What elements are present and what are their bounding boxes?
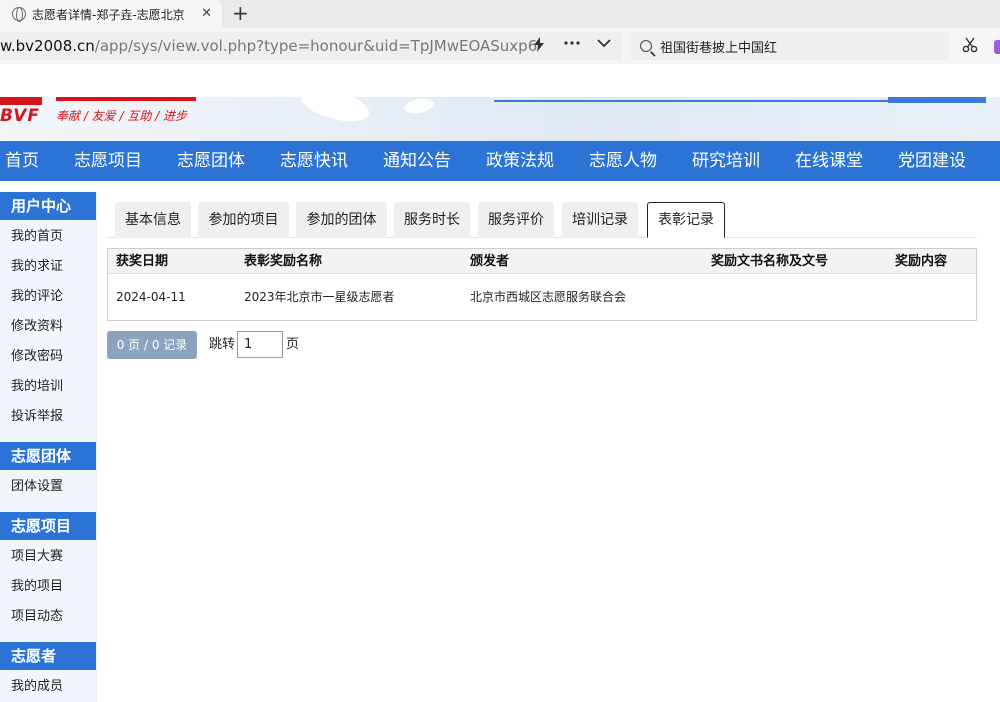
nav-item-notices[interactable]: 通知公告: [383, 141, 451, 181]
sidebar-item-my-projects[interactable]: 我的项目: [0, 572, 96, 602]
sidebar-header-volunteers: 志愿者: [0, 642, 96, 670]
tab-joined-projects[interactable]: 参加的项目: [198, 202, 289, 238]
scissors-icon[interactable]: [962, 37, 978, 57]
jump-label: 跳转: [209, 337, 236, 352]
sidebar-header-projects: 志愿项目: [0, 512, 96, 540]
main-nav: 首页 志愿项目 志愿团体 志愿快讯 通知公告 政策法规 志愿人物 研究培训 在线…: [0, 141, 1000, 181]
nav-item-policies[interactable]: 政策法规: [486, 141, 554, 181]
sidebar-item-my-training[interactable]: 我的培训: [0, 372, 96, 402]
nav-item-party[interactable]: 党团建设: [898, 141, 966, 181]
search-input[interactable]: 祖国街巷披上中国红: [631, 32, 949, 60]
nav-item-people[interactable]: 志愿人物: [589, 141, 657, 181]
address-bar[interactable]: w.bv2008.cn/app/sys/view.vol.php?type=ho…: [0, 32, 622, 60]
sidebar-item-group-settings[interactable]: 团体设置: [0, 472, 96, 502]
table-cell-award-date: 2024-04-11: [116, 290, 186, 304]
tab-joined-groups[interactable]: 参加的团体: [296, 202, 387, 238]
nav-item-groups[interactable]: 志愿团体: [177, 141, 245, 181]
sidebar-item-change-password[interactable]: 修改密码: [0, 342, 96, 372]
url-host: w.bv2008.cn: [0, 37, 95, 55]
sidebar: 用户中心 我的首页 我的求证 我的评论 修改资料 修改密码 我的培训 投诉举报 …: [0, 192, 96, 702]
column-header-issuer[interactable]: 颁发者: [470, 249, 509, 274]
page-label: 页: [286, 337, 300, 352]
page-jump-input[interactable]: [237, 331, 283, 358]
browser-toolbar: w.bv2008.cn/app/sys/view.vol.php?type=ho…: [0, 28, 1000, 64]
pager-summary: 0 页 / 0 记录: [107, 331, 197, 359]
browser-tab[interactable]: 志愿者详情-郑子垚-志愿北京 ✕: [0, 0, 222, 28]
globe-icon: [12, 7, 26, 22]
sidebar-item-my-comments[interactable]: 我的评论: [0, 282, 96, 312]
tab-basic-info[interactable]: 基本信息: [115, 202, 191, 238]
right-margin: [988, 192, 1000, 702]
tab-service-reviews[interactable]: 服务评价: [478, 202, 554, 238]
site-banner: BVF 奉献 / 友爱 / 互助 / 进步: [0, 97, 1000, 141]
nav-item-projects[interactable]: 志愿项目: [74, 141, 142, 181]
plus-icon[interactable]: +: [232, 1, 249, 25]
extension-icon[interactable]: [994, 40, 1000, 54]
table-cell-award-name: 2023年北京市一星级志愿者: [244, 290, 395, 304]
dove-image: [297, 97, 373, 128]
browser-tabstrip: 志愿者详情-郑子垚-志愿北京 ✕ +: [0, 0, 1000, 28]
column-header-award-content[interactable]: 奖励内容: [895, 249, 947, 274]
table-cell-issuer: 北京市西城区志愿服务联合会: [470, 290, 627, 304]
browser-tab-title: 志愿者详情-郑子垚-志愿北京: [32, 7, 185, 22]
logo-text: BVF: [0, 106, 41, 126]
nav-item-classroom[interactable]: 在线课堂: [795, 141, 863, 181]
lightning-icon[interactable]: [533, 37, 545, 56]
url-path: /app/sys/view.vol.php?type=honour&uid=Tp…: [94, 37, 538, 55]
sidebar-item-my-home[interactable]: 我的首页: [0, 222, 96, 252]
nav-item-home[interactable]: 首页: [5, 141, 39, 181]
sidebar-item-my-verify[interactable]: 我的求证: [0, 252, 96, 282]
honour-table: 获奖日期 表彰奖励名称 颁发者 奖励文书名称及文号 奖励内容 2024-04-1…: [107, 248, 977, 321]
more-icon[interactable]: [564, 36, 580, 54]
sidebar-item-complaints[interactable]: 投诉举报: [0, 402, 96, 432]
sidebar-header-user-center: 用户中心: [0, 192, 96, 220]
search-text: 祖国街巷披上中国红: [660, 40, 778, 56]
sidebar-item-edit-profile[interactable]: 修改资料: [0, 312, 96, 342]
search-icon: [640, 40, 652, 52]
column-header-award-name[interactable]: 表彰奖励名称: [244, 249, 322, 274]
logo-mark: [0, 97, 42, 105]
nav-item-news[interactable]: 志愿快讯: [280, 141, 348, 181]
sidebar-header-groups: 志愿团体: [0, 442, 96, 470]
table-header: [108, 249, 976, 274]
site-search-field[interactable]: [494, 97, 888, 102]
column-header-document[interactable]: 奖励文书名称及文号: [711, 249, 828, 274]
sidebar-item-project-updates[interactable]: 项目动态: [0, 602, 96, 632]
dove-image-small: [403, 97, 435, 116]
content-panel: 基本信息 参加的项目 参加的团体 服务时长 服务评价 培训记录 表彰记录 获奖日…: [96, 192, 988, 702]
close-icon[interactable]: ✕: [201, 6, 212, 21]
sidebar-item-project-contest[interactable]: 项目大赛: [0, 542, 96, 572]
logo-title-mark: [56, 97, 196, 101]
tab-honour-records[interactable]: 表彰记录: [647, 202, 725, 238]
tab-service-hours[interactable]: 服务时长: [394, 202, 470, 238]
tab-training-records[interactable]: 培训记录: [562, 202, 638, 238]
page-top-spacer: [0, 64, 1000, 97]
site-search-button[interactable]: [888, 97, 986, 103]
sidebar-item-my-members[interactable]: 我的成员: [0, 672, 96, 702]
nav-item-research[interactable]: 研究培训: [692, 141, 760, 181]
banner-slogan: 奉献 / 友爱 / 互助 / 进步: [56, 109, 188, 123]
chevron-down-icon[interactable]: [597, 37, 611, 53]
column-header-award-date[interactable]: 获奖日期: [116, 249, 168, 274]
